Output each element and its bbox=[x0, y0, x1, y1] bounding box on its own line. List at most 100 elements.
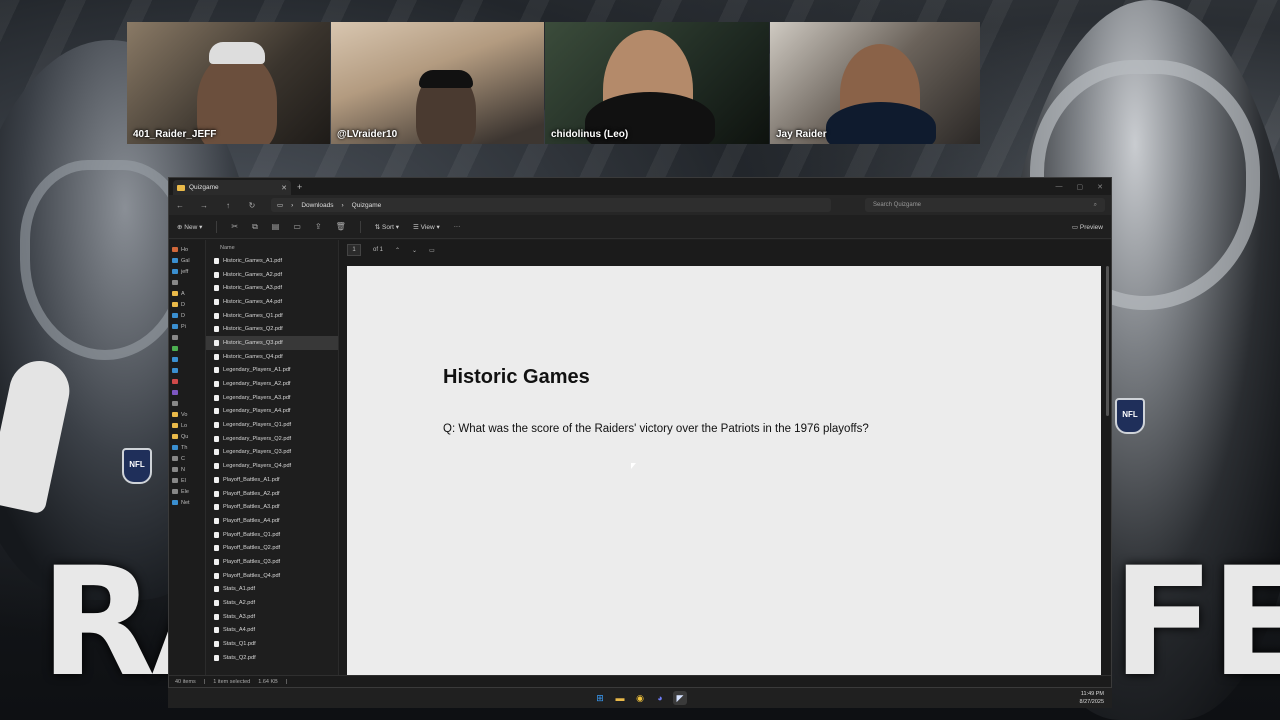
nav-item[interactable]: Gal bbox=[169, 255, 205, 266]
file-list-item[interactable]: Legendary_Players_Q3.pdf bbox=[206, 446, 338, 460]
nav-item[interactable]: Vo bbox=[169, 409, 205, 420]
file-list-item[interactable]: Playoff_Battles_A1.pdf bbox=[206, 473, 338, 487]
file-list-item[interactable]: Legendary_Players_A2.pdf bbox=[206, 377, 338, 391]
nav-item[interactable] bbox=[169, 365, 205, 376]
nav-item[interactable] bbox=[169, 398, 205, 409]
file-list-item[interactable]: Legendary_Players_Q1.pdf bbox=[206, 418, 338, 432]
search-input[interactable]: Search Quizgame ⌕ bbox=[865, 198, 1105, 212]
file-list-item[interactable]: Playoff_Battles_A3.pdf bbox=[206, 500, 338, 514]
nav-item[interactable]: Qu bbox=[169, 431, 205, 442]
nav-item[interactable]: D bbox=[169, 299, 205, 310]
sort-button[interactable]: ⇅ Sort ▾ bbox=[375, 223, 399, 231]
file-list-item[interactable]: Historic_Games_Q1.pdf bbox=[206, 309, 338, 323]
view-button[interactable]: ☰ View ▾ bbox=[413, 223, 440, 231]
file-list-item[interactable]: Playoff_Battles_A4.pdf bbox=[206, 514, 338, 528]
file-list-item[interactable]: Stats_Q1.pdf bbox=[206, 637, 338, 651]
file-list-item[interactable]: Stats_Q2.pdf bbox=[206, 651, 338, 665]
nav-item[interactable]: Ho bbox=[169, 244, 205, 255]
nav-item[interactable]: N bbox=[169, 464, 205, 475]
column-header-name[interactable]: Name bbox=[206, 242, 338, 254]
breadcrumb-quizgame[interactable]: Quizgame bbox=[352, 202, 382, 209]
nav-item[interactable] bbox=[169, 376, 205, 387]
webcam-name: 401_Raider_JEFF bbox=[133, 129, 217, 140]
nav-item[interactable]: D bbox=[169, 310, 205, 321]
forward-icon[interactable]: → bbox=[199, 201, 209, 210]
page-up-icon[interactable]: ⌃ bbox=[395, 247, 400, 254]
file-explorer-icon[interactable]: ▬ bbox=[613, 691, 627, 705]
refresh-icon[interactable]: ↻ bbox=[247, 201, 257, 210]
file-list-item[interactable]: Playoff_Battles_Q3.pdf bbox=[206, 555, 338, 569]
scrollbar[interactable] bbox=[1106, 266, 1109, 416]
nav-item[interactable] bbox=[169, 277, 205, 288]
facemask bbox=[20, 160, 190, 360]
file-list-item[interactable]: Playoff_Battles_Q1.pdf bbox=[206, 528, 338, 542]
file-list-item[interactable]: Playoff_Battles_A2.pdf bbox=[206, 487, 338, 501]
rename-icon[interactable]: ▭ bbox=[293, 222, 301, 231]
nav-item[interactable]: jeff bbox=[169, 266, 205, 277]
file-list-item[interactable]: Historic_Games_Q2.pdf bbox=[206, 322, 338, 336]
minimize-icon[interactable]: — bbox=[1056, 183, 1063, 191]
file-list-item[interactable]: Historic_Games_Q4.pdf bbox=[206, 350, 338, 364]
system-clock[interactable]: 11:49 PM 8/27/2025 bbox=[1080, 690, 1104, 706]
nav-item[interactable] bbox=[169, 332, 205, 343]
file-list-item[interactable]: Historic_Games_A1.pdf bbox=[206, 254, 338, 268]
file-list-item[interactable]: Historic_Games_A2.pdf bbox=[206, 268, 338, 282]
up-icon[interactable]: ↑ bbox=[223, 201, 233, 210]
cut-icon[interactable]: ✂ bbox=[231, 222, 238, 231]
nav-item[interactable]: C bbox=[169, 453, 205, 464]
file-list-item[interactable]: Legendary_Players_A1.pdf bbox=[206, 364, 338, 378]
file-list-item[interactable]: Stats_A1.pdf bbox=[206, 583, 338, 597]
fit-page-icon[interactable]: ▭ bbox=[429, 247, 435, 254]
paste-icon[interactable]: ▤ bbox=[272, 222, 280, 231]
share-icon[interactable]: ⇪ bbox=[315, 222, 322, 231]
file-name: Playoff_Battles_A4.pdf bbox=[223, 517, 280, 524]
nav-item[interactable]: El bbox=[169, 475, 205, 486]
nav-item[interactable] bbox=[169, 343, 205, 354]
file-list-item[interactable]: Legendary_Players_A3.pdf bbox=[206, 391, 338, 405]
nav-item[interactable]: A bbox=[169, 288, 205, 299]
close-window-icon[interactable]: ✕ bbox=[1097, 183, 1103, 191]
file-list-item[interactable]: Legendary_Players_Q4.pdf bbox=[206, 459, 338, 473]
app-icon[interactable]: ◤ bbox=[673, 691, 687, 705]
breadcrumb[interactable]: ▭ › Downloads › Quizgame bbox=[271, 198, 831, 212]
nav-item[interactable] bbox=[169, 354, 205, 365]
back-icon[interactable]: ← bbox=[175, 201, 185, 210]
status-bar: 40 items | 1 item selected 1.64 KB | bbox=[169, 675, 1111, 687]
pdf-file-icon bbox=[214, 367, 219, 374]
nav-item[interactable] bbox=[169, 387, 205, 398]
file-list-item[interactable]: Historic_Games_A3.pdf bbox=[206, 281, 338, 295]
file-name: Playoff_Battles_A1.pdf bbox=[223, 476, 280, 483]
page-number-input[interactable]: 1 bbox=[347, 244, 361, 256]
file-name: Stats_A2.pdf bbox=[223, 600, 256, 607]
nav-item[interactable]: Th bbox=[169, 442, 205, 453]
preview-button[interactable]: ▭ Preview bbox=[1072, 223, 1103, 231]
file-list-item[interactable]: Stats_A4.pdf bbox=[206, 624, 338, 638]
delete-icon[interactable]: 🗑 bbox=[336, 222, 346, 231]
new-tab-icon[interactable]: + bbox=[297, 182, 302, 192]
nav-item[interactable]: Pi bbox=[169, 321, 205, 332]
file-list-item[interactable]: Playoff_Battles_Q4.pdf bbox=[206, 569, 338, 583]
nav-item[interactable]: Ele bbox=[169, 486, 205, 497]
start-icon[interactable]: ⊞ bbox=[593, 691, 607, 705]
page-down-icon[interactable]: ⌄ bbox=[412, 247, 417, 254]
close-tab-icon[interactable]: ✕ bbox=[281, 184, 287, 192]
breadcrumb-downloads[interactable]: Downloads bbox=[301, 202, 333, 209]
more-options-button[interactable]: ··· bbox=[454, 223, 461, 230]
file-list-item[interactable]: Stats_A3.pdf bbox=[206, 610, 338, 624]
maximize-icon[interactable]: ▢ bbox=[1077, 183, 1084, 191]
file-list-item[interactable]: Historic_Games_Q3.pdf bbox=[206, 336, 338, 350]
file-list-item[interactable]: Playoff_Battles_Q2.pdf bbox=[206, 541, 338, 555]
sort-label: Sort bbox=[382, 223, 394, 231]
tab-quizgame[interactable]: Quizgame ✕ bbox=[173, 180, 291, 195]
file-list-item[interactable]: Stats_A2.pdf bbox=[206, 596, 338, 610]
clock-time: 11:49 PM bbox=[1080, 691, 1104, 697]
nav-item[interactable]: Net bbox=[169, 497, 205, 508]
file-list-item[interactable]: Legendary_Players_Q2.pdf bbox=[206, 432, 338, 446]
discord-icon[interactable]: ◕ bbox=[653, 691, 667, 705]
nav-item[interactable]: Lo bbox=[169, 420, 205, 431]
chrome-icon[interactable]: ◉ bbox=[633, 691, 647, 705]
new-button[interactable]: ⊕ New ▾ bbox=[177, 223, 202, 231]
file-list-item[interactable]: Legendary_Players_A4.pdf bbox=[206, 405, 338, 419]
copy-icon[interactable]: ⧉ bbox=[252, 222, 258, 232]
file-list-item[interactable]: Historic_Games_A4.pdf bbox=[206, 295, 338, 309]
